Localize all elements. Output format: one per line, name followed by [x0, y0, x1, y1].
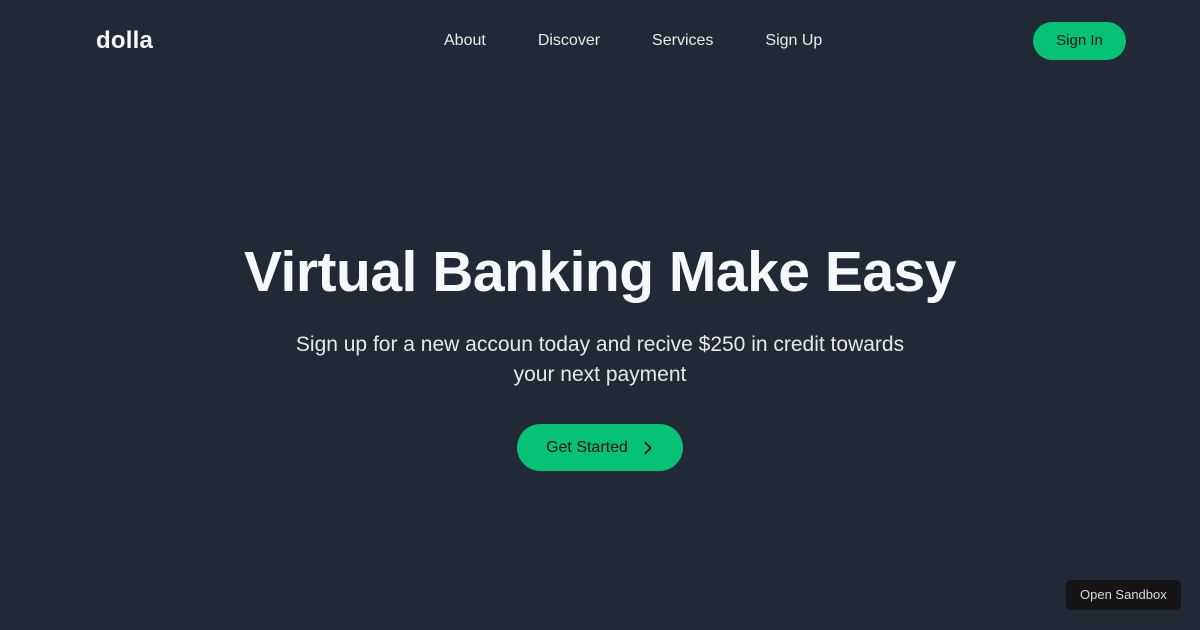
- hero-title: Virtual Banking Make Easy: [244, 240, 956, 304]
- sign-in-button[interactable]: Sign In: [1033, 22, 1126, 60]
- primary-navigation: About Discover Services Sign Up: [444, 30, 822, 52]
- hero-section: Virtual Banking Make Easy Sign up for a …: [0, 81, 1200, 630]
- nav-item-sign-up[interactable]: Sign Up: [765, 30, 822, 52]
- open-sandbox-button[interactable]: Open Sandbox: [1066, 580, 1181, 610]
- nav-item-discover[interactable]: Discover: [538, 30, 600, 52]
- chevron-right-icon: [642, 441, 654, 455]
- get-started-label: Get Started: [546, 438, 628, 456]
- site-header: dolla About Discover Services Sign Up Si…: [0, 0, 1200, 81]
- nav-item-services[interactable]: Services: [652, 30, 713, 52]
- nav-item-about[interactable]: About: [444, 30, 486, 52]
- hero-subtitle: Sign up for a new accoun today and reciv…: [295, 333, 905, 386]
- get-started-button[interactable]: Get Started: [517, 424, 683, 471]
- brand-logo[interactable]: dolla: [96, 27, 153, 55]
